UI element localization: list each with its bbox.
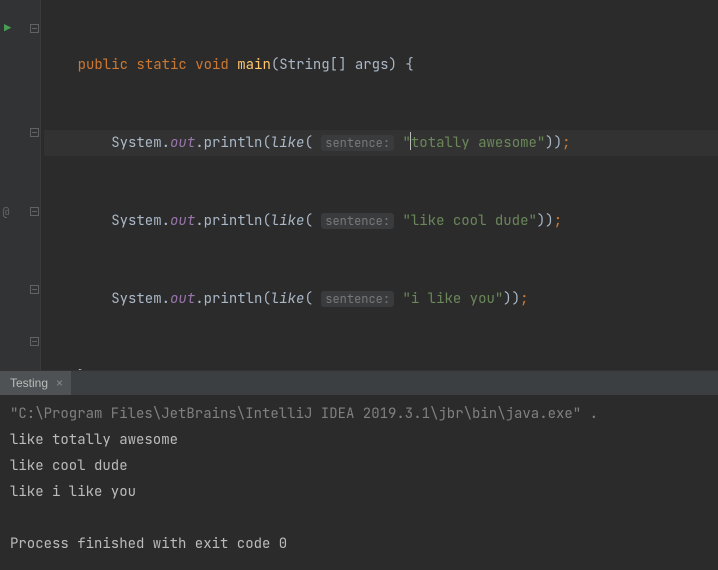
run-icon[interactable]: ▶ [4,20,11,36]
string-literal: "totally awesome" [402,134,545,152]
parameter-hint: sentence: [321,135,394,151]
semi: ; [554,212,562,230]
param: args [346,56,388,74]
paren: ( [271,56,279,74]
fold-icon[interactable] [30,207,39,216]
paren: ) [388,56,396,74]
kw: public [78,56,128,74]
paren: )) [537,212,554,230]
paren: ( [262,290,270,308]
field: out [170,134,195,152]
semi: ; [562,134,570,152]
call: like [271,134,305,152]
code-line[interactable]: System.out.println(like( sentence: "like… [44,208,718,234]
code-line-active[interactable]: System.out.println(like( sentence: "tota… [44,130,718,156]
field: out [170,212,195,230]
console-line: like i like you [10,483,136,501]
fold-icon[interactable] [30,24,39,33]
call: println [204,212,263,230]
dot: . [195,212,203,230]
call: println [204,290,263,308]
kw: void [195,56,229,74]
tab-testing[interactable]: Testing × [0,371,71,395]
run-panel-tabs: Testing × [0,370,718,395]
paren: ( [262,212,270,230]
code-body[interactable]: public static void main(String[] args) {… [44,0,718,370]
call: like [271,212,305,230]
ident: System [111,290,161,308]
fold-icon[interactable] [30,285,39,294]
paren: )) [545,134,562,152]
console-line: like totally awesome [10,431,178,449]
call: like [271,290,305,308]
brace: { [397,56,414,74]
dot: . [195,134,203,152]
console-exit: Process finished with exit code 0 [10,535,287,553]
field: out [170,290,195,308]
editor-gutter: ▶ @ [0,0,41,370]
code-editor[interactable]: ▶ @ public static void main(String[] arg… [0,0,718,370]
tab-label: Testing [10,376,48,390]
string-literal: "i like you" [402,290,503,308]
ident: System [111,212,161,230]
console-line: like cool dude [10,457,128,475]
type: String[] [279,56,346,74]
console-command: "C:\Program Files\JetBrains\IntelliJ IDE… [10,405,598,423]
brace: } [78,368,86,370]
paren: ( [262,134,270,152]
dot: . [162,212,170,230]
kw: static [136,56,186,74]
string-literal: "like cool dude" [402,212,536,230]
parameter-hint: sentence: [321,213,394,229]
fold-icon[interactable] [30,337,39,346]
method-name: main [237,56,271,74]
parameter-hint: sentence: [321,291,394,307]
code-line[interactable]: System.out.println(like( sentence: "i li… [44,286,718,312]
code-line[interactable]: public static void main(String[] args) { [44,52,718,78]
paren: ( [304,290,321,308]
caret [410,132,411,150]
fold-icon[interactable] [30,128,39,137]
paren: ( [304,212,321,230]
run-console[interactable]: "C:\Program Files\JetBrains\IntelliJ IDE… [0,395,718,570]
code-line[interactable]: } [44,364,718,370]
semi: ; [520,290,528,308]
dot: . [162,290,170,308]
dot: . [162,134,170,152]
paren: ( [304,134,321,152]
dot: . [195,290,203,308]
change-marker-icon: @ [0,204,12,220]
paren: )) [503,290,520,308]
ident: System [111,134,161,152]
close-icon[interactable]: × [54,376,65,390]
call: println [204,134,263,152]
